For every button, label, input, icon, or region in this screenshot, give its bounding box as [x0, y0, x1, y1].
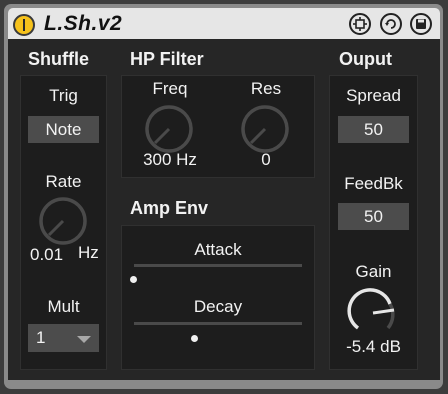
feedbk-label: FeedBk: [344, 174, 403, 193]
gain-value: -5.4 dB: [346, 337, 401, 356]
rate-dial[interactable]: [37, 195, 89, 247]
hp-filter-heading: HP Filter: [130, 49, 204, 69]
freq-value: 300 Hz: [143, 150, 197, 169]
refresh-icon[interactable]: [380, 13, 402, 35]
mult-label: Mult: [47, 297, 80, 316]
mult-select[interactable]: 1: [28, 324, 99, 352]
spread-field[interactable]: 50: [338, 116, 409, 143]
decay-slider-handle[interactable]: [191, 335, 198, 342]
freq-dial[interactable]: [143, 103, 195, 155]
rate-unit: Hz: [78, 243, 99, 262]
trig-label: Trig: [49, 86, 78, 105]
amp-env-heading: Amp Env: [130, 198, 209, 218]
rate-label: Rate: [45, 172, 82, 191]
shuffle-heading: Shuffle: [28, 49, 89, 69]
rate-value: 0.01: [30, 245, 64, 264]
power-icon[interactable]: [13, 14, 35, 36]
trig-selector[interactable]: Note: [28, 116, 99, 143]
res-dial[interactable]: [239, 103, 291, 155]
save-icon[interactable]: [410, 13, 432, 35]
chevron-down-icon: [77, 336, 91, 343]
freq-label: Freq: [152, 79, 188, 98]
res-value: 0: [261, 150, 271, 169]
mult-value: 1: [36, 328, 46, 347]
feedbk-field[interactable]: 50: [338, 203, 409, 230]
device-title: L.Sh.v2: [44, 12, 123, 35]
attack-slider-handle[interactable]: [130, 276, 137, 283]
output-heading: Ouput: [339, 49, 392, 69]
decay-label: Decay: [193, 297, 243, 316]
attack-slider-track[interactable]: [134, 264, 302, 267]
res-label: Res: [250, 79, 282, 98]
gain-label: Gain: [355, 262, 392, 281]
spread-label: Spread: [346, 86, 401, 105]
hotswap-icon[interactable]: [349, 13, 371, 35]
gain-dial[interactable]: [345, 285, 401, 341]
attack-label: Attack: [194, 240, 242, 259]
decay-slider-track[interactable]: [134, 322, 302, 325]
